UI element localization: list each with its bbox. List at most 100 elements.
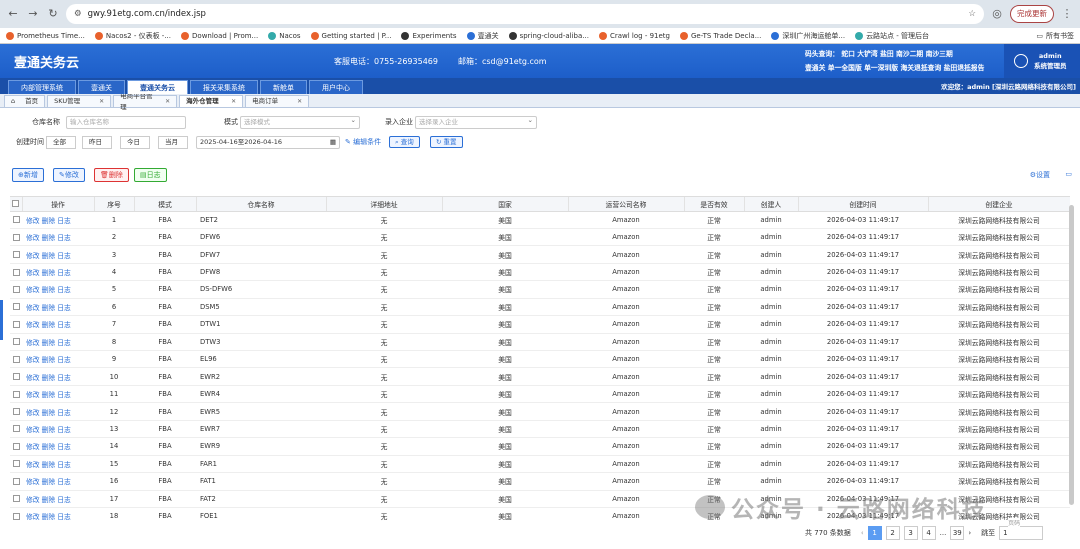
all-bookmarks[interactable]: ▭ 所有书签 — [1036, 31, 1074, 41]
table-row[interactable]: 修改 删除 日志 6 FBA DSM5 无美国 Amazon 正常 admin 2026-04-03… — [10, 298, 1070, 317]
delete-link[interactable]: 删除 — [42, 356, 56, 364]
edit-button[interactable]: ✎修改 — [53, 168, 85, 182]
tab-sku[interactable]: SKU管理 ✕ — [47, 95, 112, 107]
reload-icon[interactable]: ↻ — [46, 7, 60, 21]
column-header[interactable]: 创建人 — [744, 197, 799, 212]
update-button[interactable]: 完成更新 — [1010, 5, 1054, 23]
column-header[interactable]: 创建企业 — [928, 197, 1070, 212]
table-row[interactable]: 修改 删除 日志 12 FBA EWR5 无美国 Amazon 正常 admin 2026-04-0… — [10, 402, 1070, 421]
delete-link[interactable]: 删除 — [42, 443, 56, 451]
log-link[interactable]: 日志 — [57, 286, 71, 294]
delete-link[interactable]: 删除 — [42, 426, 56, 434]
log-link[interactable]: 日志 — [57, 513, 71, 521]
log-link[interactable]: 日志 — [57, 496, 71, 504]
column-header[interactable]: 操作 — [22, 197, 95, 212]
bookmark-item[interactable]: 云路站点 - 管理后台 — [855, 31, 929, 41]
delete-link[interactable]: 删除 — [42, 269, 56, 277]
menu-icon[interactable]: ⋮ — [1060, 7, 1074, 21]
tab-home[interactable]: ⌂ 首页 — [4, 95, 46, 107]
row-checkbox[interactable] — [12, 425, 20, 433]
delete-link[interactable]: 删除 — [42, 304, 56, 312]
close-icon[interactable]: ✕ — [297, 96, 302, 107]
menu-tab-internal[interactable]: 内部管理系统 — [8, 80, 76, 94]
port-links[interactable]: 码头查询： 蛇口 大铲湾 盐田 南沙二期 南沙三期 壹通关 单一全国版 单一深圳… — [805, 47, 984, 75]
profile-icon[interactable]: ◎ — [990, 7, 1004, 21]
row-checkbox[interactable] — [12, 216, 20, 224]
column-header[interactable]: 国家 — [442, 197, 569, 212]
edit-link[interactable]: 修改 — [26, 339, 40, 347]
warehouse-input[interactable]: 输入仓库名称 — [66, 115, 186, 129]
delete-link[interactable]: 删除 — [42, 461, 56, 469]
edit-link[interactable]: 修改 — [26, 461, 40, 469]
table-row[interactable]: 修改 删除 日志 11 FBA EWR4 无美国 Amazon 正常 admin 2026-04-0… — [10, 385, 1070, 404]
row-checkbox[interactable] — [12, 233, 20, 241]
menu-tab-etg[interactable]: 壹通关 — [78, 80, 125, 94]
user-menu[interactable]: admin 系统管理员 — [1004, 44, 1080, 78]
edit-link[interactable]: 修改 — [26, 478, 40, 486]
tab-orders[interactable]: 电商订单 ✕ — [245, 95, 310, 107]
edit-link[interactable]: 修改 — [26, 443, 40, 451]
log-link[interactable]: 日志 — [57, 391, 71, 399]
row-checkbox[interactable] — [12, 355, 20, 363]
page-button[interactable]: 4 — [921, 526, 936, 540]
column-header[interactable]: 模式 — [134, 197, 197, 212]
page-button[interactable]: 1 — [867, 526, 882, 540]
bookmark-item[interactable]: 壹通关 — [466, 31, 499, 41]
table-row[interactable]: 修改 删除 日志 16 FBA FAT1 无美国 Amazon 正常 admin 2026-04-0… — [10, 472, 1070, 491]
close-icon[interactable]: ✕ — [231, 96, 236, 107]
bookmark-item[interactable]: Crawl log - 91etg — [598, 31, 670, 40]
log-link[interactable]: 日志 — [57, 304, 71, 312]
edit-link[interactable]: 修改 — [26, 286, 40, 294]
quick-today[interactable]: 今日 — [120, 135, 150, 149]
bookmark-item[interactable]: Ge-TS Trade Decla... — [679, 31, 761, 40]
delete-link[interactable]: 删除 — [42, 513, 56, 521]
row-checkbox[interactable] — [12, 512, 20, 520]
table-row[interactable]: 修改 删除 日志 13 FBA EWR7 无美国 Amazon 正常 admin 2026-04-0… — [10, 420, 1070, 439]
forward-icon[interactable]: → — [26, 7, 40, 21]
row-checkbox[interactable] — [12, 251, 20, 259]
table-row[interactable]: 修改 删除 日志 15 FBA FAR1 无美国 Amazon 正常 admin 2026-04-0… — [10, 455, 1070, 474]
quick-all[interactable]: 全部 — [46, 135, 76, 149]
log-link[interactable]: 日志 — [57, 374, 71, 382]
delete-link[interactable]: 删除 — [42, 339, 56, 347]
log-link[interactable]: 日志 — [57, 217, 71, 225]
table-row[interactable]: 修改 删除 日志 7 FBA DTW1 无美国 Amazon 正常 admin 2026-04-03… — [10, 315, 1070, 334]
edit-link[interactable]: 修改 — [26, 409, 40, 417]
bookmark-item[interactable]: Prometheus Time... — [6, 31, 85, 40]
table-row[interactable]: 修改 删除 日志 5 FBA DS-DFW6 无美国 Amazon 正常 admin 2026-04… — [10, 280, 1070, 299]
tab-platform[interactable]: 电商平台管理 ✕ — [113, 92, 178, 111]
log-link[interactable]: 日志 — [57, 443, 71, 451]
delete-link[interactable]: 删除 — [42, 217, 56, 225]
delete-link[interactable]: 删除 — [42, 321, 56, 329]
mode-select[interactable]: 选择模式 — [240, 115, 360, 129]
query-button[interactable]: ⌕ 查询 — [389, 136, 420, 148]
log-link[interactable]: 日志 — [57, 252, 71, 260]
edit-link[interactable]: 修改 — [26, 252, 40, 260]
page-button[interactable]: 39 — [950, 526, 965, 540]
table-row[interactable]: 修改 删除 日志 8 FBA DTW3 无美国 Amazon 正常 admin 2026-04-03… — [10, 333, 1070, 352]
star-icon[interactable]: ☆ — [968, 9, 976, 19]
edit-link[interactable]: 修改 — [26, 496, 40, 504]
page-button[interactable]: 2 — [885, 526, 900, 540]
delete-link[interactable]: 删除 — [42, 234, 56, 242]
column-header[interactable]: 详细地址 — [326, 197, 443, 212]
log-link[interactable]: 日志 — [57, 409, 71, 417]
add-button[interactable]: ⊕新增 — [12, 168, 44, 182]
edit-link[interactable]: 修改 — [26, 426, 40, 434]
bookmark-item[interactable]: Download | Prom... — [181, 31, 258, 40]
menu-tab-collect[interactable]: 报关采集系统 — [190, 80, 258, 94]
edit-link[interactable]: 修改 — [26, 304, 40, 312]
log-link[interactable]: 日志 — [57, 461, 71, 469]
close-icon[interactable]: ✕ — [99, 96, 104, 107]
log-link[interactable]: 日志 — [57, 339, 71, 347]
row-checkbox[interactable] — [12, 338, 20, 346]
edit-link[interactable]: 修改 — [26, 374, 40, 382]
back-icon[interactable]: ← — [6, 7, 20, 21]
delete-button[interactable]: 🗑删除 — [94, 168, 129, 182]
row-checkbox[interactable] — [12, 460, 20, 468]
log-link[interactable]: 日志 — [57, 269, 71, 277]
table-row[interactable]: 修改 删除 日志 3 FBA DFW7 无美国 Amazon 正常 admin 2026-04-03… — [10, 245, 1070, 264]
row-checkbox[interactable] — [12, 390, 20, 398]
log-button[interactable]: ▤日志 — [134, 168, 167, 182]
delete-link[interactable]: 删除 — [42, 478, 56, 486]
